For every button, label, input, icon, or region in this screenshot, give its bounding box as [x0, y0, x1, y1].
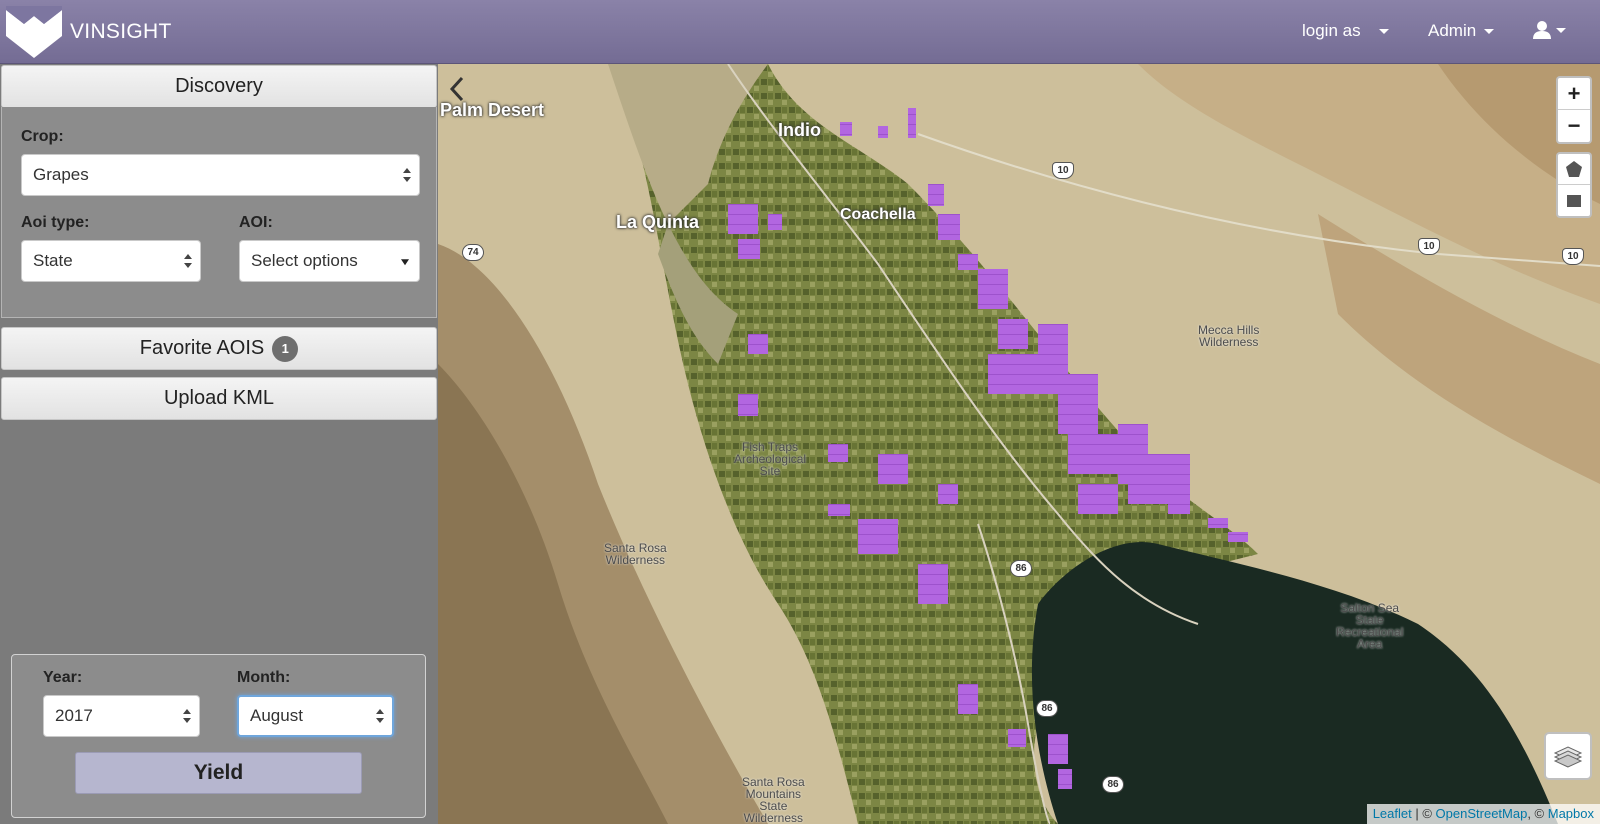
- upload-kml-header[interactable]: Upload KML: [1, 377, 437, 420]
- brand-name[interactable]: VINSIGHT: [70, 20, 172, 44]
- leaflet-link[interactable]: Leaflet: [1373, 806, 1412, 821]
- crop-select[interactable]: Grapes: [21, 154, 420, 196]
- favorite-aois-header[interactable]: Favorite AOIS 1: [1, 327, 437, 370]
- area-label-fish-traps: Fish Traps Archeological Site: [734, 440, 807, 478]
- rectangle-icon: [1567, 194, 1581, 207]
- admin-label: Admin: [1428, 21, 1477, 40]
- highway-shield: 10: [1562, 248, 1584, 265]
- place-label-indio: Indio: [778, 120, 821, 140]
- vinsight-logo-icon[interactable]: [6, 6, 62, 58]
- select-arrows-icon: [376, 709, 384, 723]
- user-menu[interactable]: [1532, 20, 1566, 40]
- area-label-santa-rosa-mountains: Santa Rosa Mountains State Wilderness: [742, 775, 805, 824]
- place-label-la-quinta: La Quinta: [616, 212, 700, 232]
- mapbox-link[interactable]: Mapbox: [1548, 806, 1594, 821]
- place-label-coachella: Coachella: [840, 206, 916, 223]
- draw-polygon-button[interactable]: [1558, 154, 1590, 185]
- month-select[interactable]: August: [237, 695, 394, 737]
- favorite-count-badge: 1: [272, 335, 299, 362]
- layers-button[interactable]: [1544, 732, 1592, 780]
- upload-kml-title: Upload KML: [163, 387, 275, 409]
- aoi-select[interactable]: Select options: [239, 240, 420, 282]
- polygon-icon: [1566, 161, 1582, 177]
- zoom-out-button[interactable]: −: [1558, 110, 1590, 142]
- highway-shield: 10: [1052, 162, 1074, 179]
- login-as-menu[interactable]: login as: [1302, 21, 1389, 41]
- discovery-header[interactable]: Discovery: [1, 65, 437, 108]
- sidebar: Discovery Crop: Grapes Aoi type: State A…: [0, 64, 438, 824]
- timeframe-panel: Year: 2017 Month: August Yield: [11, 654, 426, 818]
- attribution-separator: , ©: [1527, 806, 1548, 821]
- aoi-type-select-value: State: [33, 251, 73, 270]
- aoi-select-value: Select options: [251, 251, 358, 270]
- select-arrows-icon: [184, 254, 192, 268]
- user-icon: [1533, 21, 1551, 39]
- year-select[interactable]: 2017: [43, 695, 200, 737]
- highway-shield: 86: [1102, 776, 1124, 793]
- year-label: Year:: [43, 669, 83, 686]
- map-view[interactable]: Palm Desert Indio La Quinta Coachella Me…: [438, 64, 1600, 824]
- attribution-separator: | ©: [1411, 806, 1436, 821]
- admin-menu[interactable]: Admin: [1428, 21, 1495, 41]
- year-select-value: 2017: [55, 706, 93, 725]
- openstreetmap-link[interactable]: OpenStreetMap: [1436, 806, 1528, 821]
- highway-shield: 86: [1010, 560, 1032, 577]
- select-arrows-icon: [183, 709, 191, 723]
- crop-label: Crop:: [21, 128, 64, 145]
- caret-down-icon: [401, 259, 409, 266]
- area-label-mecca-hills: Mecca Hills Wilderness: [1198, 323, 1260, 349]
- satellite-basemap: [438, 64, 1600, 824]
- aoi-label: AOI:: [239, 214, 273, 231]
- favorite-aois-title: Favorite AOIS: [139, 337, 265, 359]
- chevron-down-icon: [1378, 28, 1389, 34]
- discovery-panel: Crop: Grapes Aoi type: State AOI: Select…: [1, 107, 437, 318]
- chevron-down-icon: [1556, 27, 1566, 33]
- highway-shield: 74: [462, 244, 484, 261]
- aoi-type-select[interactable]: State: [21, 240, 201, 282]
- draw-rectangle-button[interactable]: [1558, 185, 1590, 216]
- top-navbar: VINSIGHT login as Admin: [0, 0, 1600, 64]
- draw-toolbar: [1556, 152, 1592, 218]
- area-label-salton-sea: Salton Sea State Recreational Area: [1336, 601, 1404, 651]
- month-select-value: August: [250, 706, 303, 725]
- zoom-control: + −: [1556, 76, 1592, 144]
- collapse-sidebar-icon[interactable]: [444, 72, 470, 106]
- yield-button[interactable]: Yield: [75, 752, 362, 794]
- highway-shield: 10: [1418, 238, 1440, 255]
- highway-shield: 86: [1036, 700, 1058, 717]
- login-as-label: login as: [1302, 21, 1361, 40]
- chevron-down-icon: [1484, 28, 1495, 34]
- aoi-type-label: Aoi type:: [21, 214, 90, 231]
- select-arrows-icon: [403, 168, 411, 182]
- crop-select-value: Grapes: [33, 165, 89, 184]
- month-label: Month:: [237, 669, 291, 686]
- layers-icon: [1553, 746, 1583, 768]
- map-attribution: Leaflet | © OpenStreetMap, © Mapbox: [1366, 804, 1600, 824]
- discovery-title: Discovery: [175, 75, 263, 97]
- zoom-in-button[interactable]: +: [1558, 78, 1590, 110]
- area-label-santa-rosa-wilderness: Santa Rosa Wilderness: [604, 541, 667, 567]
